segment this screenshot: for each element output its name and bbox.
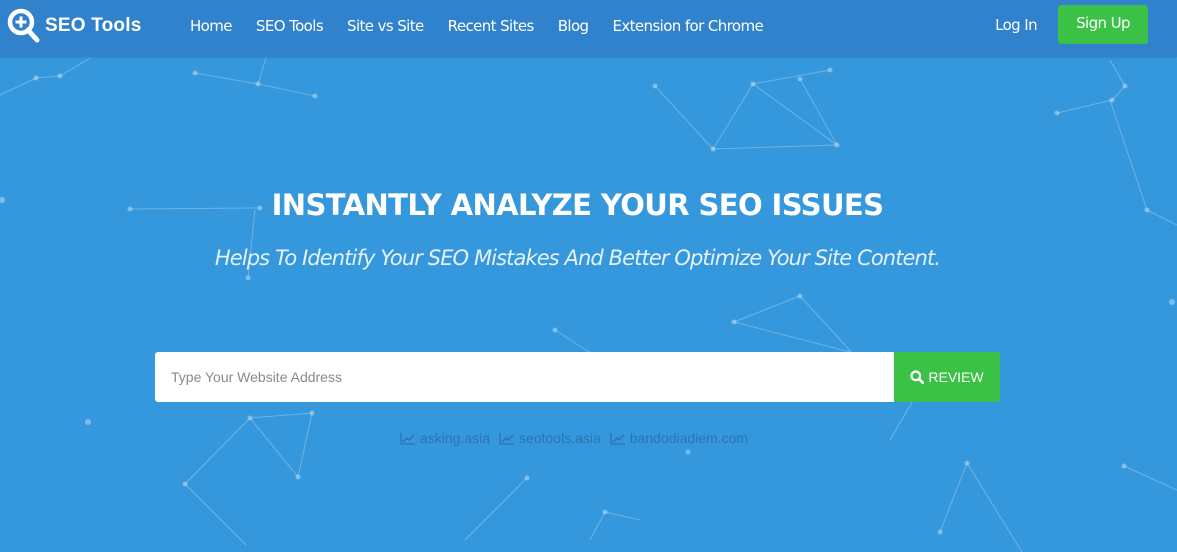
line-chart-icon (499, 432, 515, 445)
nav-link-recent-sites[interactable]: Recent Sites (436, 17, 546, 35)
recent-site-label: asking.asia (420, 430, 491, 446)
hero-title: INSTANTLY ANALYZE YOUR SEO ISSUES (271, 188, 884, 222)
hero-subtitle: Helps To Identify Your SEO Mistakes And … (214, 246, 941, 270)
nav-link-blog[interactable]: Blog (546, 17, 601, 35)
line-chart-icon (400, 432, 415, 445)
top-navbar: SEO Tools Home SEO Tools Site vs Site Re… (0, 0, 1177, 57)
recent-site-link[interactable]: bandodiadiem.com (610, 430, 748, 446)
brand-name: SEO Tools (45, 15, 142, 36)
search-icon (910, 370, 925, 384)
nav-link-seo-tools[interactable]: SEO Tools (244, 17, 335, 35)
nav-link-extension-for-chrome[interactable]: Extension for Chrome (600, 17, 775, 35)
recent-site-label: bandodiadiem.com (629, 430, 749, 446)
brand-logo-link[interactable]: SEO Tools (7, 8, 141, 44)
nav-link-site-vs-site[interactable]: Site vs Site (335, 17, 436, 35)
nav-links: Home SEO Tools Site vs Site Recent Sites… (178, 0, 775, 52)
recent-site-link[interactable]: asking.asia (400, 430, 490, 446)
magnifier-plus-icon (7, 8, 40, 43)
recent-site-link[interactable]: seotools.asia (499, 430, 601, 446)
review-button[interactable]: REVIEW (894, 352, 1000, 402)
review-form: REVIEW (155, 352, 1000, 402)
network-background (0, 57, 1177, 552)
signup-button[interactable]: Sign Up (1058, 5, 1148, 44)
login-link[interactable]: Log In (995, 16, 1038, 34)
auth-links: Log In Sign Up (995, 5, 1148, 44)
line-chart-icon (610, 432, 625, 445)
recent-site-label: seotools.asia (519, 430, 601, 446)
recent-sites-list: asking.asia seotools.asia bandodiadiem.c… (400, 430, 757, 446)
website-address-input[interactable] (155, 352, 894, 402)
review-button-label: REVIEW (928, 369, 984, 385)
nav-link-home[interactable]: Home (178, 17, 244, 35)
